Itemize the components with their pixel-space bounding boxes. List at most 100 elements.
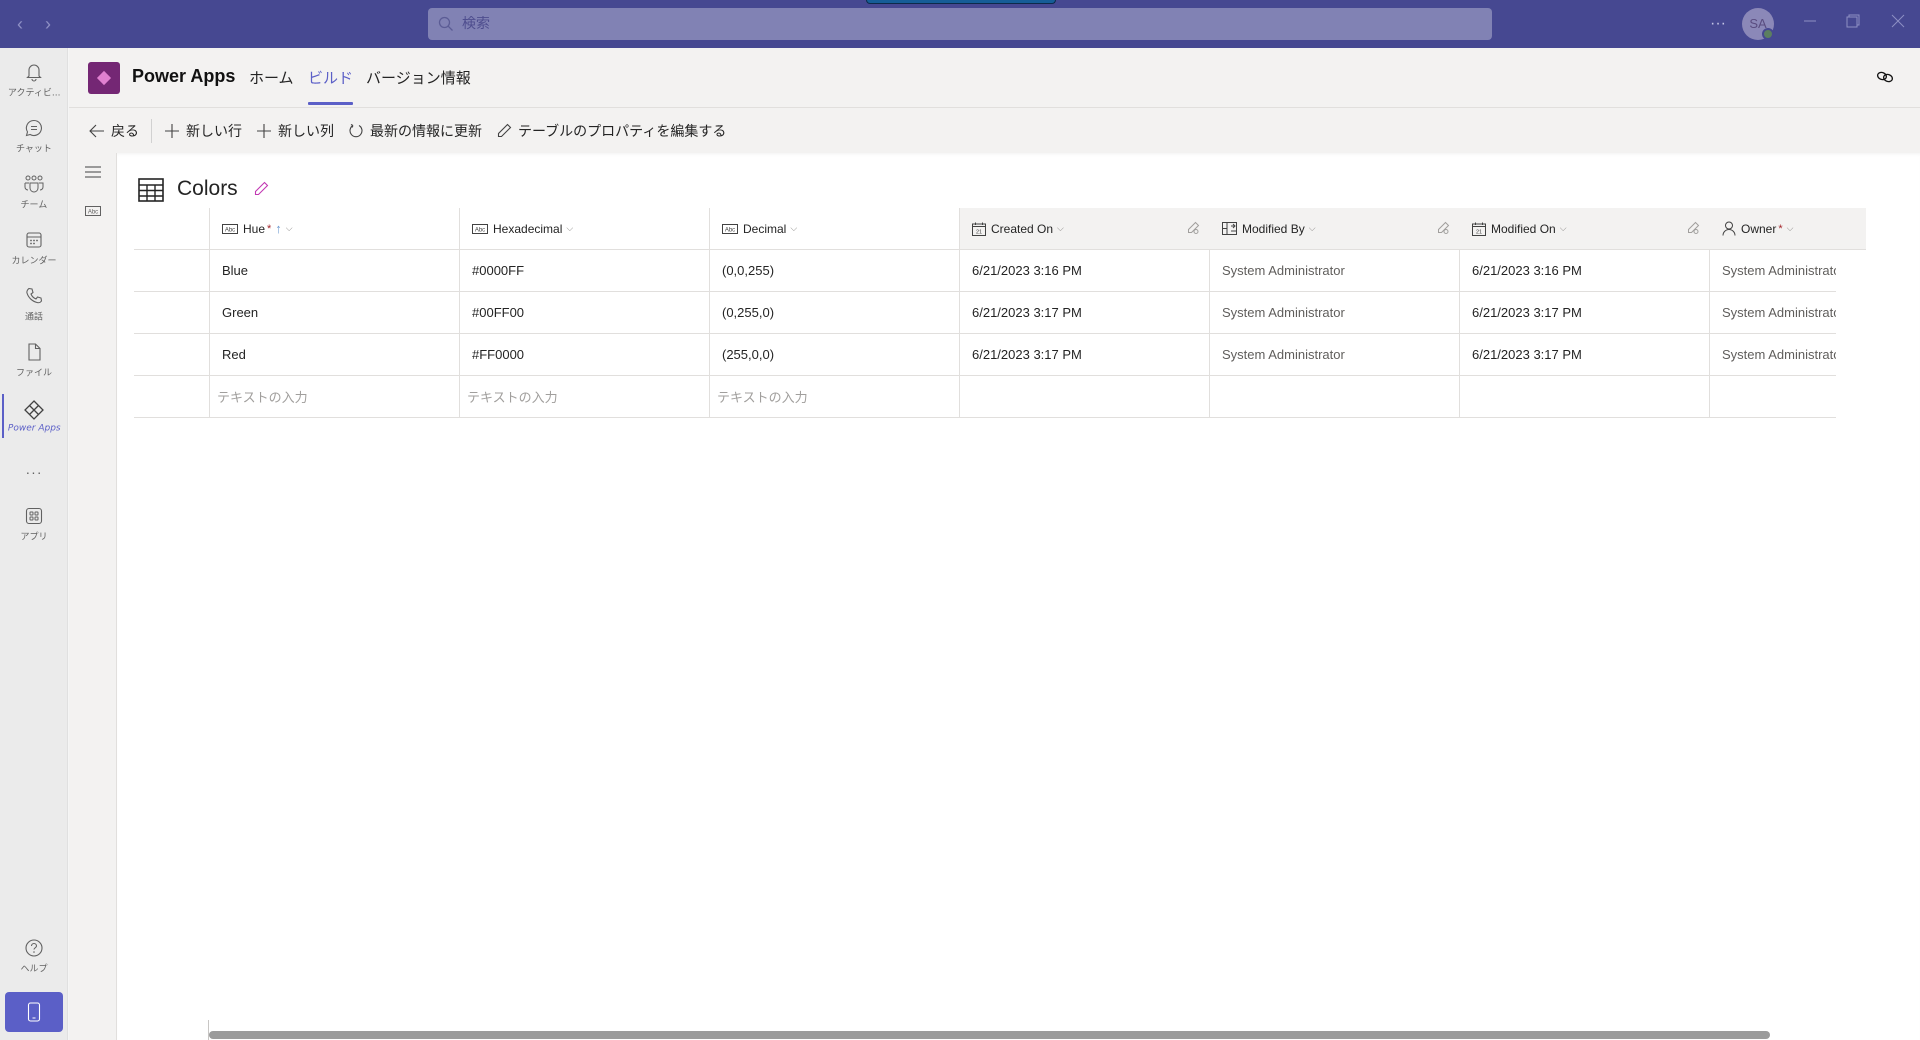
command-bar: 戻る 新しい行 新しい列 最新の情報に更新 テーブルのプロパティを編集する — [69, 109, 1920, 153]
chevron-down-icon[interactable]: ⌵ — [1560, 223, 1567, 234]
search-icon — [438, 16, 453, 31]
chevron-down-icon[interactable]: ⌵ — [286, 223, 293, 234]
cell-modified-on: 6/21/2023 3:17 PM — [1460, 334, 1710, 376]
chevron-down-icon[interactable]: ⌵ — [566, 223, 573, 234]
power-apps-icon — [24, 399, 44, 420]
hamburger-icon — [85, 166, 101, 178]
cell-owner: System Administrator — [1710, 292, 1836, 334]
calendar-date-icon: 21 — [972, 222, 986, 236]
column-header-modified-by[interactable]: Modified By ⌵ — [1210, 208, 1460, 250]
hamburger-menu-button[interactable] — [85, 165, 101, 183]
text-field-button[interactable]: Abc — [85, 203, 101, 221]
table-row[interactable]: Blue #0000FF (0,0,255) 6/21/2023 3:16 PM… — [134, 250, 1836, 292]
power-apps-pane: Power Apps ホーム ビルド バージョン情報 戻る 新しい行 新しい列 … — [69, 48, 1920, 1040]
help-icon — [25, 938, 43, 957]
table-editor: Colors Abc Hue * ↑ ⌵ Abc Hexadecimal ⌵ A… — [117, 153, 1920, 1040]
refresh-button[interactable]: 最新の情報に更新 — [348, 121, 482, 141]
chevron-down-icon[interactable]: ⌵ — [1309, 223, 1316, 234]
new-column-label: 新しい列 — [278, 124, 334, 140]
rail-item-calls[interactable]: 通話 — [0, 276, 68, 332]
new-hue-input[interactable]: テキストの入力 — [210, 376, 460, 418]
rail-label: ファイル — [16, 367, 52, 378]
cell-created-on: 6/21/2023 3:17 PM — [960, 334, 1210, 376]
cell-modified-by: System Administrator — [1210, 334, 1460, 376]
row-selector[interactable] — [134, 250, 210, 292]
restore-button[interactable] — [1841, 12, 1865, 36]
tab-about[interactable]: バージョン情報 — [366, 67, 471, 88]
tab-build[interactable]: ビルド — [308, 67, 354, 105]
toolbar-divider — [151, 119, 152, 143]
horizontal-scrollbar[interactable] — [209, 1031, 1770, 1039]
back-nav-button[interactable]: ‹ — [8, 12, 32, 36]
rail-item-chat[interactable]: チャット — [0, 108, 68, 164]
column-header-hue[interactable]: Abc Hue * ↑ ⌵ — [210, 208, 460, 250]
rail-item-help[interactable]: ヘルプ — [0, 928, 68, 984]
text-field-icon: Abc — [222, 223, 238, 234]
svg-text:Abc: Abc — [725, 227, 735, 233]
cell-hexadecimal[interactable]: #00FF00 — [460, 292, 710, 334]
column-header-owner[interactable]: Owner * ⌵ — [1710, 208, 1866, 250]
search-input[interactable] — [462, 16, 1362, 32]
new-created-on-cell — [960, 376, 1210, 418]
refresh-label: 最新の情報に更新 — [370, 124, 482, 140]
edit-locked-icon — [1438, 221, 1450, 234]
back-button[interactable]: 戻る — [89, 121, 139, 141]
edit-table-name-button[interactable] — [253, 181, 269, 202]
search-box[interactable] — [428, 8, 1492, 40]
sort-ascending-icon: ↑ — [275, 221, 282, 236]
app-rail: アクティビ... チャット チーム カレンダー 通話 ファイル Power Ap… — [0, 48, 68, 1040]
rail-item-files[interactable]: ファイル — [0, 332, 68, 388]
cell-decimal[interactable]: (255,0,0) — [710, 334, 960, 376]
edit-table-properties-button[interactable]: テーブルのプロパティを編集する — [496, 121, 726, 141]
cell-hexadecimal[interactable]: #0000FF — [460, 250, 710, 292]
rail-item-teams[interactable]: チーム — [0, 164, 68, 220]
rail-label: チャット — [16, 143, 52, 154]
chevron-down-icon[interactable]: ⌵ — [790, 223, 797, 234]
rail-item-calendar[interactable]: カレンダー — [0, 220, 68, 276]
pencil-icon — [254, 181, 269, 196]
minimize-button[interactable] — [1798, 12, 1822, 36]
cell-hue[interactable]: Green — [210, 292, 460, 334]
copy-link-button[interactable] — [1876, 70, 1894, 89]
mobile-download-button[interactable] — [5, 992, 63, 1032]
app-name: Power Apps — [132, 66, 236, 86]
row-selector[interactable] — [134, 334, 210, 376]
cell-owner: System Administrator — [1710, 250, 1836, 292]
person-icon — [1722, 221, 1736, 236]
cell-decimal[interactable]: (0,255,0) — [710, 292, 960, 334]
rail-item-more[interactable]: ··· — [0, 444, 68, 500]
forward-nav-button[interactable]: › — [36, 12, 60, 36]
new-decimal-input[interactable]: テキストの入力 — [710, 376, 960, 418]
arrow-left-icon — [89, 124, 104, 138]
rail-item-power-apps[interactable]: Power Apps — [0, 388, 68, 444]
row-selector-header — [134, 208, 210, 250]
row-selector[interactable] — [134, 376, 210, 418]
new-modified-on-cell — [1460, 376, 1710, 418]
chevron-down-icon[interactable]: ⌵ — [1057, 223, 1064, 234]
column-header-modified-on[interactable]: 21 Modified On ⌵ — [1460, 208, 1710, 250]
column-header-decimal[interactable]: Abc Decimal ⌵ — [710, 208, 960, 250]
cell-hue[interactable]: Red — [210, 334, 460, 376]
column-header-created-on[interactable]: 21 Created On ⌵ — [960, 208, 1210, 250]
close-button[interactable] — [1886, 12, 1910, 36]
presence-badge — [1762, 28, 1774, 40]
table-row[interactable]: Red #FF0000 (255,0,0) 6/21/2023 3:17 PM … — [134, 334, 1836, 376]
row-selector[interactable] — [134, 292, 210, 334]
new-hexadecimal-input[interactable]: テキストの入力 — [460, 376, 710, 418]
chevron-down-icon[interactable]: ⌵ — [1787, 223, 1794, 234]
new-row[interactable]: テキストの入力 テキストの入力 テキストの入力 — [134, 376, 1836, 418]
new-row-button[interactable]: 新しい行 — [164, 121, 242, 141]
rail-item-apps[interactable]: アプリ — [0, 496, 68, 552]
cell-decimal[interactable]: (0,0,255) — [710, 250, 960, 292]
table-row[interactable]: Green #00FF00 (0,255,0) 6/21/2023 3:17 P… — [134, 292, 1836, 334]
new-column-button[interactable]: 新しい列 — [256, 121, 334, 141]
rail-label: ヘルプ — [20, 963, 48, 974]
more-options-button[interactable]: ··· — [1708, 12, 1728, 36]
plus-icon — [165, 124, 179, 138]
tab-home[interactable]: ホーム — [249, 67, 294, 88]
cell-hexadecimal[interactable]: #FF0000 — [460, 334, 710, 376]
cell-hue[interactable]: Blue — [210, 250, 460, 292]
column-header-hexadecimal[interactable]: Abc Hexadecimal ⌵ — [460, 208, 710, 250]
cell-modified-on: 6/21/2023 3:16 PM — [1460, 250, 1710, 292]
rail-item-activity[interactable]: アクティビ... — [0, 52, 68, 108]
